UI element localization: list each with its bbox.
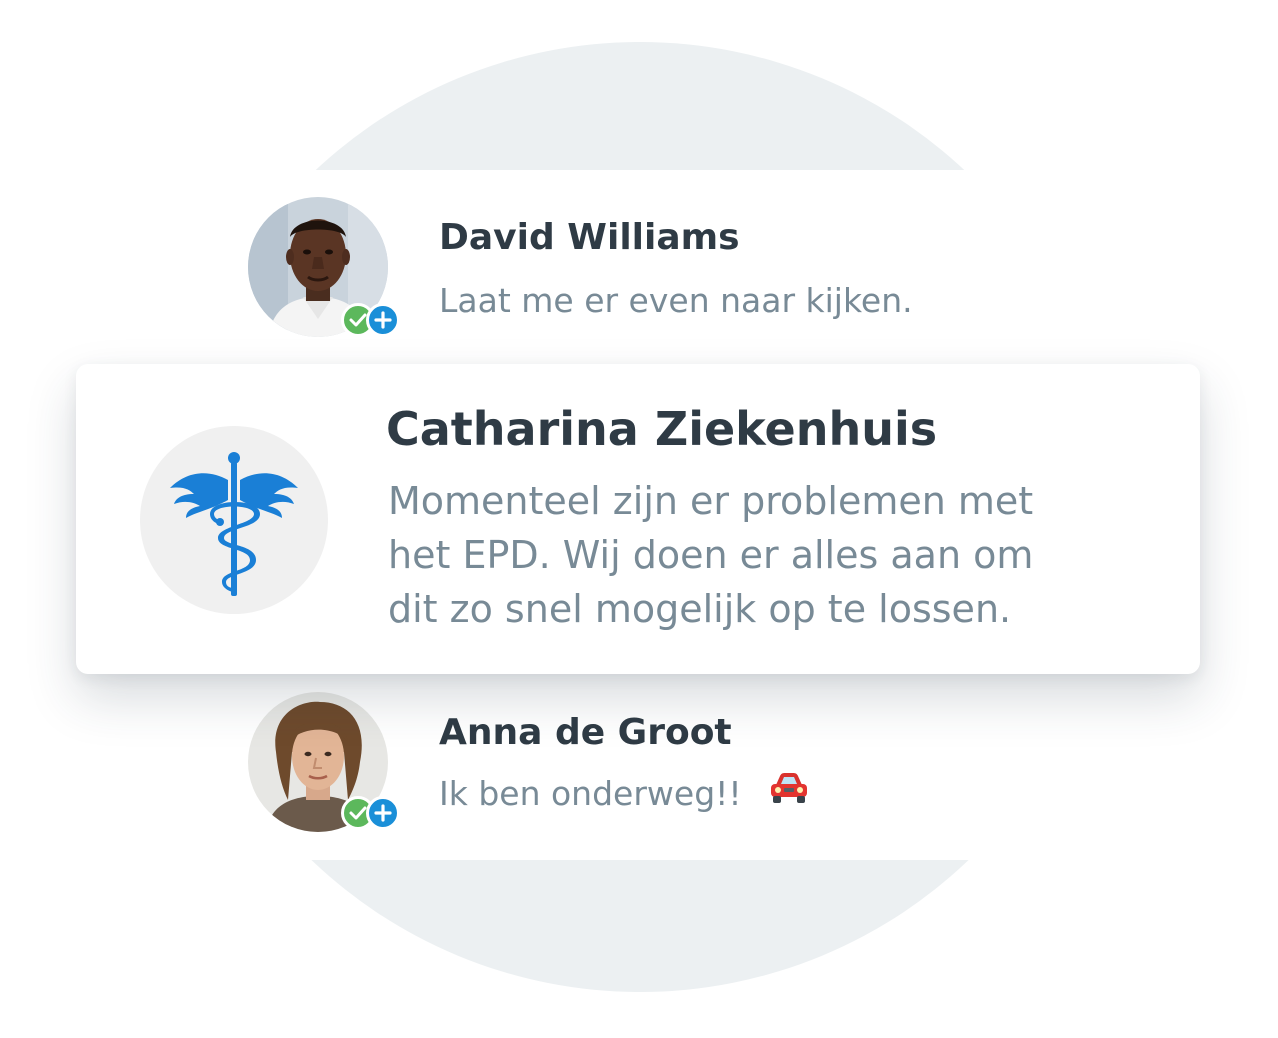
conversation-item-anna-de-groot[interactable]: Anna de Groot Ik ben onderweg!!	[248, 690, 1048, 840]
last-message: Momenteel zijn er problemen met het EPD.…	[388, 474, 1148, 636]
conversation-item-david-williams[interactable]: David Williams Laat me er even naar kijk…	[248, 195, 1048, 345]
plus-icon	[374, 804, 392, 822]
avatar-container	[248, 690, 400, 832]
car-icon	[768, 771, 810, 813]
add-contact-badge[interactable]	[366, 796, 400, 830]
plus-icon	[374, 311, 392, 329]
last-message-text: Ik ben onderweg!!	[439, 774, 742, 813]
highlighted-conversation-card[interactable]: Catharina Ziekenhuis Momenteel zijn er p…	[76, 364, 1200, 674]
message-line: dit zo snel mogelijk op te lossen.	[388, 587, 1012, 631]
contact-name: Anna de Groot	[439, 712, 732, 753]
message-line: het EPD. Wij doen er alles aan om	[388, 533, 1034, 577]
contact-name: Catharina Ziekenhuis	[386, 402, 938, 456]
caduceus-icon	[170, 452, 298, 596]
hospital-avatar[interactable]	[140, 426, 328, 614]
last-message: Ik ben onderweg!!	[439, 771, 810, 817]
last-message: Laat me er even naar kijken.	[439, 281, 913, 320]
contact-name: David Williams	[439, 217, 740, 258]
chat-list-illustration: David Williams Laat me er even naar kijk…	[0, 0, 1278, 1038]
add-contact-badge[interactable]	[366, 303, 400, 337]
avatar-container	[248, 195, 400, 337]
message-line: Momenteel zijn er problemen met	[388, 479, 1034, 523]
